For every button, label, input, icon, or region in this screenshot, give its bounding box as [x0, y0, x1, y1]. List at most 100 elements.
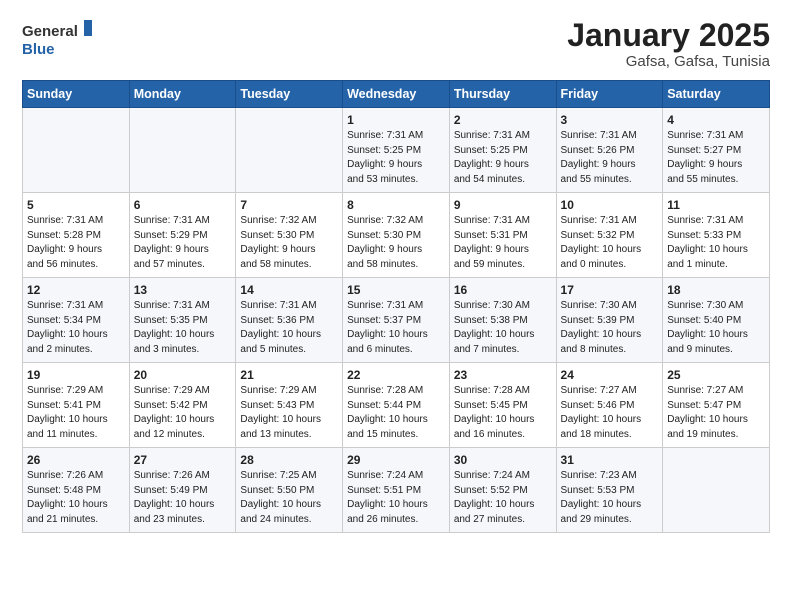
- svg-text:Blue: Blue: [22, 41, 55, 58]
- logo: General Blue: [22, 18, 92, 60]
- calendar-cell: 7Sunrise: 7:32 AM Sunset: 5:30 PM Daylig…: [236, 193, 343, 278]
- calendar-cell: 24 Sunrise: 7:27 AM Sunset: 5:46 PM Dayli…: [556, 363, 663, 448]
- calendar-cell: 6Sunrise: 7:31 AM Sunset: 5:29 PM Daylig…: [129, 193, 236, 278]
- day-number: 11: [667, 198, 765, 212]
- header-sunday: Sunday: [23, 81, 130, 108]
- day-number: 24: [561, 368, 659, 382]
- calendar-cell: 8 Sunrise: 7:32 AM Sunset: 5:30 PM Daylig…: [343, 193, 450, 278]
- calendar-cell: 1 Sunrise: 7:31 AM Sunset: 5:25 PM Daylig…: [343, 108, 450, 193]
- day-info: Sunrise: 7:30 AM Sunset: 5:39 PM Dayligh…: [561, 299, 659, 357]
- day-info: Sunrise: 7:31 AM Sunset: 5:31 PM Dayligh…: [454, 214, 552, 272]
- calendar-cell: 26 Sunrise: 7:26 AM Sunset: 5:48 PM Dayli…: [23, 448, 130, 533]
- calendar-cell: 9 Sunrise: 7:31 AM Sunset: 5:31 PM Daylig…: [449, 193, 556, 278]
- calendar-cell: 16Sunrise: 7:30 AM Sunset: 5:38 PM Dayli…: [449, 278, 556, 363]
- day-info: Sunrise: 7:31 AM Sunset: 5:28 PM Dayligh…: [27, 214, 125, 272]
- day-number: 2: [454, 113, 552, 127]
- calendar-cell: 5 Sunrise: 7:31 AM Sunset: 5:28 PM Daylig…: [23, 193, 130, 278]
- day-number: 25: [667, 368, 765, 382]
- day-number: 15: [347, 283, 445, 297]
- calendar-cell: 20 Sunrise: 7:29 AM Sunset: 5:42 PM Dayli…: [129, 363, 236, 448]
- day-info: Sunrise: 7:31 AM Sunset: 5:36 PM Dayligh…: [240, 299, 338, 357]
- day-info: Sunrise: 7:31 AM Sunset: 5:25 PM Dayligh…: [347, 129, 445, 187]
- day-number: 17: [561, 283, 659, 297]
- day-info: Sunrise: 7:26 AM Sunset: 5:48 PM Dayligh…: [27, 469, 125, 527]
- day-number: 4: [667, 113, 765, 127]
- day-info: Sunrise: 7:31 AM Sunset: 5:25 PM Dayligh…: [454, 129, 552, 187]
- title-block: January 2025 Gafsa, Gafsa, Tunisia: [567, 18, 770, 70]
- calendar-cell: 19Sunrise: 7:29 AM Sunset: 5:41 PM Dayli…: [23, 363, 130, 448]
- day-info: Sunrise: 7:23 AM Sunset: 5:53 PM Dayligh…: [561, 469, 659, 527]
- day-info: Sunrise: 7:31 AM Sunset: 5:35 PM Dayligh…: [134, 299, 232, 357]
- day-number: 28: [240, 453, 338, 467]
- day-number: 20: [134, 368, 232, 382]
- day-number: 10: [561, 198, 659, 212]
- day-info: Sunrise: 7:31 AM Sunset: 5:26 PM Dayligh…: [561, 129, 659, 187]
- day-number: 9: [454, 198, 552, 212]
- calendar-header-row: SundayMondayTuesdayWednesdayThursdayFrid…: [23, 81, 770, 108]
- day-number: 5: [27, 198, 125, 212]
- day-info: Sunrise: 7:28 AM Sunset: 5:44 PM Dayligh…: [347, 384, 445, 442]
- day-info: Sunrise: 7:31 AM Sunset: 5:34 PM Dayligh…: [27, 299, 125, 357]
- calendar-cell: 10 Sunrise: 7:31 AM Sunset: 5:32 PM Dayli…: [556, 193, 663, 278]
- svg-text:General: General: [22, 23, 78, 40]
- day-info: Sunrise: 7:30 AM Sunset: 5:40 PM Dayligh…: [667, 299, 765, 357]
- calendar-cell: [663, 448, 770, 533]
- calendar-cell: [129, 108, 236, 193]
- day-info: Sunrise: 7:28 AM Sunset: 5:45 PM Dayligh…: [454, 384, 552, 442]
- calendar-cell: [23, 108, 130, 193]
- calendar-cell: 11 Sunrise: 7:31 AM Sunset: 5:33 PM Dayli…: [663, 193, 770, 278]
- week-row-2: 5 Sunrise: 7:31 AM Sunset: 5:28 PM Daylig…: [23, 193, 770, 278]
- day-info: Sunrise: 7:29 AM Sunset: 5:43 PM Dayligh…: [240, 384, 338, 442]
- week-row-1: 1 Sunrise: 7:31 AM Sunset: 5:25 PM Daylig…: [23, 108, 770, 193]
- calendar-cell: 27 Sunrise: 7:26 AM Sunset: 5:49 PM Dayli…: [129, 448, 236, 533]
- calendar-cell: 30 Sunrise: 7:24 AM Sunset: 5:52 PM Dayli…: [449, 448, 556, 533]
- day-info: Sunrise: 7:32 AM Sunset: 5:30 PM Dayligh…: [347, 214, 445, 272]
- day-info: Sunrise: 7:31 AM Sunset: 5:32 PM Dayligh…: [561, 214, 659, 272]
- day-info: Sunrise: 7:29 AM Sunset: 5:41 PM Dayligh…: [27, 384, 125, 442]
- header-friday: Friday: [556, 81, 663, 108]
- day-number: 18: [667, 283, 765, 297]
- calendar-cell: 29Sunrise: 7:24 AM Sunset: 5:51 PM Dayli…: [343, 448, 450, 533]
- calendar-cell: 25 Sunrise: 7:27 AM Sunset: 5:47 PM Dayli…: [663, 363, 770, 448]
- day-info: Sunrise: 7:27 AM Sunset: 5:46 PM Dayligh…: [561, 384, 659, 442]
- day-info: Sunrise: 7:24 AM Sunset: 5:52 PM Dayligh…: [454, 469, 552, 527]
- day-number: 14: [240, 283, 338, 297]
- calendar-cell: 3Sunrise: 7:31 AM Sunset: 5:26 PM Daylig…: [556, 108, 663, 193]
- day-info: Sunrise: 7:26 AM Sunset: 5:49 PM Dayligh…: [134, 469, 232, 527]
- header-thursday: Thursday: [449, 81, 556, 108]
- page: General Blue January 2025 Gafsa, Gafsa, …: [0, 0, 792, 551]
- day-info: Sunrise: 7:29 AM Sunset: 5:42 PM Dayligh…: [134, 384, 232, 442]
- day-number: 21: [240, 368, 338, 382]
- day-number: 30: [454, 453, 552, 467]
- calendar-cell: 4Sunrise: 7:31 AM Sunset: 5:27 PM Daylig…: [663, 108, 770, 193]
- week-row-4: 19Sunrise: 7:29 AM Sunset: 5:41 PM Dayli…: [23, 363, 770, 448]
- header-saturday: Saturday: [663, 81, 770, 108]
- day-number: 8: [347, 198, 445, 212]
- day-info: Sunrise: 7:31 AM Sunset: 5:29 PM Dayligh…: [134, 214, 232, 272]
- header: General Blue January 2025 Gafsa, Gafsa, …: [22, 18, 770, 70]
- week-row-3: 12Sunrise: 7:31 AM Sunset: 5:34 PM Dayli…: [23, 278, 770, 363]
- calendar-cell: [236, 108, 343, 193]
- calendar-cell: 15Sunrise: 7:31 AM Sunset: 5:37 PM Dayli…: [343, 278, 450, 363]
- day-number: 7: [240, 198, 338, 212]
- calendar-cell: 18 Sunrise: 7:30 AM Sunset: 5:40 PM Dayli…: [663, 278, 770, 363]
- calendar-table: SundayMondayTuesdayWednesdayThursdayFrid…: [22, 80, 770, 533]
- header-tuesday: Tuesday: [236, 81, 343, 108]
- page-title: January 2025: [567, 18, 770, 53]
- calendar-cell: 2 Sunrise: 7:31 AM Sunset: 5:25 PM Daylig…: [449, 108, 556, 193]
- page-subtitle: Gafsa, Gafsa, Tunisia: [567, 53, 770, 70]
- calendar-cell: 28Sunrise: 7:25 AM Sunset: 5:50 PM Dayli…: [236, 448, 343, 533]
- day-info: Sunrise: 7:31 AM Sunset: 5:33 PM Dayligh…: [667, 214, 765, 272]
- calendar-cell: 13Sunrise: 7:31 AM Sunset: 5:35 PM Dayli…: [129, 278, 236, 363]
- calendar-cell: 14 Sunrise: 7:31 AM Sunset: 5:36 PM Dayli…: [236, 278, 343, 363]
- day-info: Sunrise: 7:27 AM Sunset: 5:47 PM Dayligh…: [667, 384, 765, 442]
- calendar-cell: 12Sunrise: 7:31 AM Sunset: 5:34 PM Dayli…: [23, 278, 130, 363]
- header-monday: Monday: [129, 81, 236, 108]
- week-row-5: 26 Sunrise: 7:26 AM Sunset: 5:48 PM Dayli…: [23, 448, 770, 533]
- day-number: 27: [134, 453, 232, 467]
- day-number: 26: [27, 453, 125, 467]
- day-info: Sunrise: 7:24 AM Sunset: 5:51 PM Dayligh…: [347, 469, 445, 527]
- calendar-cell: 23Sunrise: 7:28 AM Sunset: 5:45 PM Dayli…: [449, 363, 556, 448]
- day-number: 31: [561, 453, 659, 467]
- day-number: 1: [347, 113, 445, 127]
